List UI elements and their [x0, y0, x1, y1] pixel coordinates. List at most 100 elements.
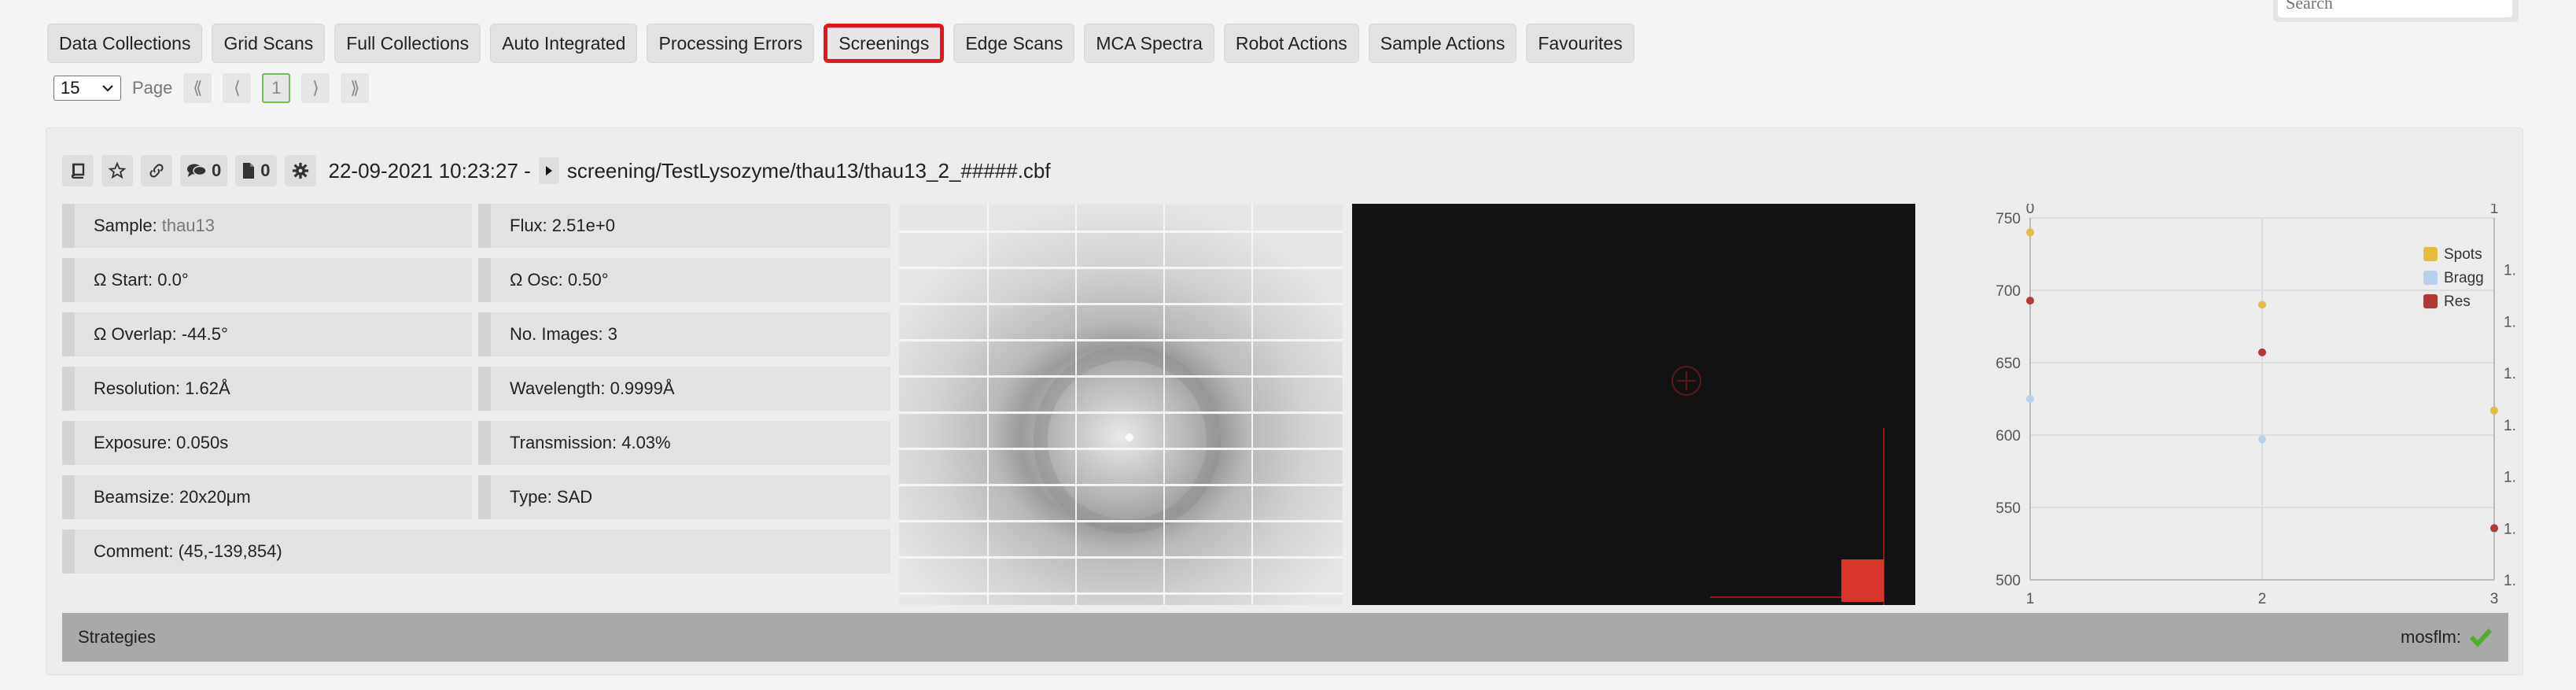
- sample-cell: Sample: thau13: [62, 204, 472, 248]
- tab-processing-errors[interactable]: Processing Errors: [647, 24, 815, 63]
- tab-robot-actions[interactable]: Robot Actions: [1223, 24, 1359, 63]
- sample-label: Sample:: [94, 216, 157, 235]
- transmission-cell: Transmission: 4.03%: [478, 421, 890, 465]
- strategies-label: Strategies: [78, 627, 157, 647]
- point-bragg: [2258, 435, 2266, 444]
- favourite-button[interactable]: [101, 155, 133, 186]
- legend-label-spots: Spots: [2444, 246, 2482, 263]
- point-bragg: [2026, 395, 2034, 403]
- point-res: [2026, 297, 2034, 305]
- flux-cell: Flux: 2.51e+0: [478, 204, 890, 248]
- settings-button[interactable]: [284, 155, 316, 186]
- expand-path-button[interactable]: [538, 157, 559, 184]
- search-box: [2273, 0, 2519, 22]
- play-icon: [545, 166, 552, 175]
- y-tick-label: 650: [1996, 356, 2021, 372]
- y2-tick-label: 1.300: [2504, 314, 2516, 330]
- book-icon: [71, 163, 85, 179]
- comments-icon: [187, 164, 207, 177]
- legend-label-res: Res: [2444, 293, 2471, 310]
- sample-link[interactable]: thau13: [162, 216, 215, 236]
- per-page-select[interactable]: 15: [53, 76, 121, 101]
- y2-tick-label: 1.400: [2504, 521, 2516, 537]
- omega-osc-value: Ω Osc: 0.50°: [510, 270, 609, 290]
- legend-label-bragg: Bragg: [2444, 270, 2484, 286]
- type-cell: Type: SAD: [478, 475, 890, 519]
- attachments-button[interactable]: 0: [235, 155, 277, 186]
- diffraction-image[interactable]: [899, 204, 1343, 605]
- top-tick-label: 0: [2026, 204, 2035, 217]
- chevron-down-icon: [102, 85, 113, 92]
- wavelength-value: Wavelength: 0.9999Å: [510, 378, 675, 398]
- y2-tick-label: 1.275: [2504, 263, 2516, 279]
- tab-grid-scans[interactable]: Grid Scans: [212, 24, 326, 63]
- crystal-snapshot[interactable]: [1352, 204, 1915, 605]
- file-icon: [243, 163, 255, 179]
- y2-tick-label: 1.325: [2504, 366, 2516, 382]
- point-spots: [2490, 406, 2498, 415]
- strategies-bar[interactable]: Strategies mosflm:: [62, 613, 2508, 662]
- beamsize-cell: Beamsize: 20x20μm: [62, 475, 472, 519]
- num-images-value: No. Images: 3: [510, 324, 617, 344]
- resolution-value: Resolution: 1.62Å: [94, 378, 230, 398]
- tab-screenings[interactable]: Screenings: [824, 24, 945, 63]
- prev-page-button[interactable]: ⟨: [223, 73, 252, 103]
- next-page-button[interactable]: ⟩: [301, 73, 330, 103]
- legend-swatch-spots: [2423, 247, 2438, 261]
- point-spots: [2026, 228, 2034, 237]
- current-page-button[interactable]: 1: [262, 73, 291, 103]
- point-spots: [2258, 301, 2266, 309]
- omega-start-cell: Ω Start: 0.0°: [62, 258, 472, 302]
- omega-osc-cell: Ω Osc: 0.50°: [478, 258, 890, 302]
- wavelength-cell: Wavelength: 0.9999Å: [478, 367, 890, 411]
- y-tick-label: 500: [1996, 573, 2021, 589]
- last-page-button[interactable]: ⟫: [341, 73, 370, 103]
- page-label: Page: [132, 78, 173, 98]
- comment-cell: Comment: (45,-139,854): [62, 529, 890, 574]
- per-page-value: 15: [61, 78, 80, 98]
- omega-overlap-value: Ω Overlap: -44.5°: [94, 324, 228, 344]
- y2-tick-label: 1.350: [2504, 418, 2516, 434]
- check-icon: [2469, 628, 2493, 648]
- point-res: [2490, 524, 2498, 533]
- y2-tick-label: 1.425: [2504, 573, 2516, 589]
- top-tick-label: 1: [2490, 204, 2499, 217]
- tab-data-collections[interactable]: Data Collections: [47, 24, 203, 63]
- tab-sample-actions[interactable]: Sample Actions: [1368, 24, 1517, 63]
- tab-full-collections[interactable]: Full Collections: [334, 24, 481, 63]
- screening-chart: 750 700 650 600 550 500 1 2 3 0 1 1.275 1.300 1.325 1.…: [1934, 201, 2541, 607]
- tab-favourites[interactable]: Favourites: [1526, 24, 1634, 63]
- panel-header: 0 0 22-09-2021 10:23:27 - screening/Test…: [62, 155, 1051, 186]
- link-button[interactable]: [141, 155, 172, 186]
- transmission-value: Transmission: 4.03%: [510, 433, 671, 452]
- first-page-button[interactable]: ⟪: [183, 73, 212, 103]
- gear-icon: [292, 162, 308, 179]
- tab-edge-scans[interactable]: Edge Scans: [953, 24, 1075, 63]
- x-tick-label: 2: [2258, 591, 2267, 605]
- comments-button[interactable]: 0: [180, 155, 228, 186]
- tab-auto-integrated[interactable]: Auto Integrated: [490, 24, 638, 63]
- y-tick-label: 750: [1996, 211, 2021, 227]
- logbook-button[interactable]: [62, 155, 94, 186]
- comment-value: Comment: (45,-139,854): [94, 541, 282, 561]
- x-tick-label: 1: [2026, 591, 2035, 605]
- tab-mca-spectra[interactable]: MCA Spectra: [1084, 24, 1214, 63]
- exposure-cell: Exposure: 0.050s: [62, 421, 472, 465]
- type-value: Type: SAD: [510, 487, 593, 507]
- legend-swatch-res: [2423, 294, 2438, 308]
- search-input[interactable]: [2278, 0, 2512, 17]
- chart-canvas: 750 700 650 600 550 500 1 2 3 0 1 1.275 1.300 1.325 1.…: [1996, 201, 2541, 607]
- y-tick-label: 550: [1996, 500, 2021, 517]
- mosflm-label: mosflm:: [2401, 627, 2461, 647]
- num-images-cell: No. Images: 3: [478, 312, 890, 356]
- resolution-cell: Resolution: 1.62Å: [62, 367, 472, 411]
- file-path: screening/TestLysozyme/thau13/thau13_2_#…: [566, 158, 1051, 183]
- link-icon: [149, 164, 164, 178]
- attachments-count: 0: [260, 161, 271, 180]
- point-res: [2258, 348, 2266, 356]
- omega-start-value: Ω Start: 0.0°: [94, 270, 189, 290]
- star-icon: [109, 162, 126, 179]
- omega-overlap-cell: Ω Overlap: -44.5°: [62, 312, 472, 356]
- tab-bar: Data Collections Grid Scans Full Collectio…: [47, 24, 1634, 65]
- snapshot-image: [1352, 204, 1915, 605]
